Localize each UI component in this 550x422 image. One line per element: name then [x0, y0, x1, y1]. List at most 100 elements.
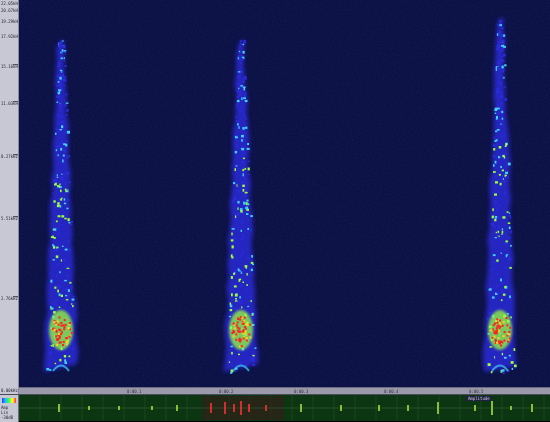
burst-speckle — [503, 40, 505, 43]
burst-speckle — [500, 252, 502, 254]
burst-speckle — [61, 71, 64, 73]
burst-speckle — [244, 94, 247, 97]
burst-speckle — [509, 266, 512, 269]
burst-speckle — [494, 355, 497, 359]
burst-speckle — [71, 285, 73, 288]
burst-speckle — [235, 215, 237, 218]
burst-speckle — [503, 156, 506, 159]
burst-speckle — [231, 351, 233, 355]
burst-speckle — [502, 48, 505, 50]
burst-speckle — [64, 288, 68, 291]
burst-speckle — [49, 284, 52, 286]
burst-speckle — [494, 193, 497, 196]
burst-speckle — [492, 143, 495, 147]
burst-speckle — [57, 232, 60, 235]
burst-speckle — [71, 287, 73, 290]
burst-speckle — [59, 271, 61, 274]
burst-speckle — [51, 307, 54, 310]
burst-speckle — [492, 268, 495, 270]
burst-speckle — [237, 301, 241, 303]
burst-speckle — [56, 263, 59, 266]
freq-tick-label: 20.67kHz — [1, 8, 19, 13]
burst-speckle — [236, 99, 240, 103]
burst-speckle — [65, 102, 69, 104]
burst-speckle — [246, 273, 248, 276]
burst-speckle — [494, 225, 496, 228]
burst-peak — [500, 344, 503, 347]
waveform-side-label: -30dB — [1, 415, 14, 420]
burst-speckle — [239, 110, 242, 112]
burst-speckle — [55, 249, 58, 252]
burst-speckle — [57, 215, 61, 218]
burst-speckle — [494, 218, 497, 222]
burst-speckle — [496, 235, 499, 239]
burst-speckle — [237, 168, 241, 170]
burst-speckle — [65, 114, 68, 116]
burst-speckle — [238, 353, 240, 356]
burst-peak — [246, 324, 249, 327]
burst-peak — [60, 333, 62, 335]
burst-speckle — [245, 202, 248, 206]
burst-speckle — [53, 181, 56, 184]
burst-speckle — [246, 199, 249, 202]
burst-speckle — [62, 159, 64, 163]
burst-speckle — [55, 127, 58, 131]
burst-peak — [498, 326, 501, 329]
burst-speckle — [240, 106, 243, 109]
burst-speckle — [504, 286, 507, 289]
burst-speckle — [241, 70, 244, 73]
burst-speckle — [500, 123, 502, 125]
burst-speckle — [60, 40, 63, 42]
burst-speckle — [495, 91, 499, 94]
burst-peak — [58, 336, 61, 339]
waveform-view[interactable]: Amplitude — [19, 395, 550, 421]
burst-speckle — [237, 123, 239, 126]
burst-speckle — [59, 358, 62, 362]
spectrogram-view[interactable] — [19, 0, 550, 387]
burst-speckle — [501, 45, 504, 47]
burst-speckle — [247, 143, 250, 145]
burst-speckle — [499, 75, 501, 78]
burst-speckle — [61, 197, 63, 200]
burst-speckle — [243, 166, 245, 169]
burst-speckle — [230, 371, 233, 374]
burst-speckle — [239, 91, 242, 94]
burst-speckle — [509, 295, 511, 299]
burst-speckle — [56, 101, 58, 103]
burst-peak — [244, 332, 247, 335]
burst-speckle — [241, 152, 243, 155]
burst-speckle — [63, 149, 67, 152]
burst-speckle — [64, 359, 66, 362]
color-scale-swatch — [2, 398, 16, 403]
burst-peak — [65, 343, 68, 346]
burst-speckle — [60, 294, 63, 297]
burst-peak — [502, 335, 505, 338]
burst-speckle — [242, 188, 245, 192]
burst-speckle — [240, 238, 244, 241]
burst-peak — [55, 323, 58, 326]
burst-peak — [66, 337, 68, 339]
burst-speckle — [63, 57, 65, 59]
burst-peak — [244, 323, 247, 326]
burst-speckle — [501, 230, 504, 234]
burst-speckle — [502, 59, 504, 62]
burst-speckle — [60, 259, 62, 262]
burst-speckle — [64, 130, 67, 134]
burst-speckle — [508, 226, 511, 230]
burst-speckle — [500, 369, 504, 372]
burst-speckle — [238, 87, 240, 90]
burst-peak — [498, 322, 501, 325]
burst-speckle — [67, 218, 70, 222]
burst-speckle — [64, 104, 67, 107]
burst-speckle — [510, 356, 512, 359]
burst-speckle — [501, 169, 504, 172]
burst-speckle — [242, 79, 245, 83]
burst-peak — [508, 337, 511, 340]
burst-speckle — [231, 364, 233, 367]
burst-speckle — [492, 155, 496, 158]
burst-peak — [56, 320, 59, 323]
burst-speckle — [497, 43, 500, 47]
burst-speckle — [244, 99, 248, 103]
burst-speckle — [251, 312, 255, 315]
burst-speckle — [242, 127, 245, 130]
